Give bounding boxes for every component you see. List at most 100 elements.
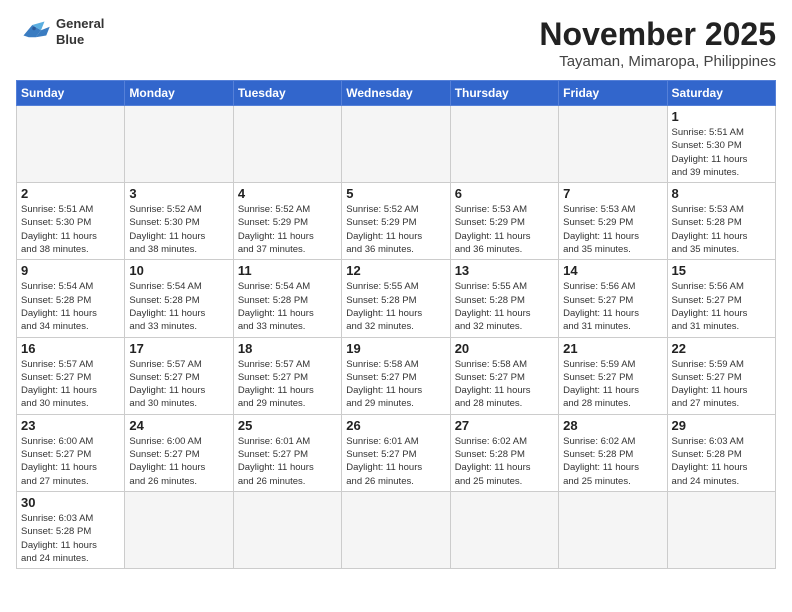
logo-text: General Blue bbox=[56, 16, 104, 47]
day-number: 21 bbox=[563, 341, 662, 356]
logo-icon bbox=[16, 18, 52, 46]
calendar-cell bbox=[125, 491, 233, 568]
day-info: Sunrise: 5:53 AM Sunset: 5:29 PM Dayligh… bbox=[455, 203, 554, 256]
day-info: Sunrise: 5:56 AM Sunset: 5:27 PM Dayligh… bbox=[672, 280, 771, 333]
calendar-cell: 17 Sunrise: 5:57 AM Sunset: 5:27 PM Dayli… bbox=[125, 337, 233, 414]
calendar-cell bbox=[450, 106, 558, 183]
day-info: Sunrise: 5:59 AM Sunset: 5:27 PM Dayligh… bbox=[672, 358, 771, 411]
day-number: 24 bbox=[129, 418, 228, 433]
day-number: 2 bbox=[21, 186, 120, 201]
day-number: 1 bbox=[672, 109, 771, 124]
day-info: Sunrise: 6:02 AM Sunset: 5:28 PM Dayligh… bbox=[563, 435, 662, 488]
calendar-cell: 26Sunrise: 6:01 AM Sunset: 5:27 PM Dayli… bbox=[342, 414, 450, 491]
day-info: Sunrise: 5:52 AM Sunset: 5:29 PM Dayligh… bbox=[238, 203, 337, 256]
calendar-week-row: 1 Sunrise: 5:51 AM Sunset: 5:30 PM Daylig… bbox=[17, 106, 776, 183]
calendar-cell: 9 Sunrise: 5:54 AM Sunset: 5:28 PM Daylig… bbox=[17, 260, 125, 337]
day-number: 7 bbox=[563, 186, 662, 201]
calendar-week-row: 23 Sunrise: 6:00 AM Sunset: 5:27 PM Dayli… bbox=[17, 414, 776, 491]
day-info: Sunrise: 6:01 AM Sunset: 5:27 PM Dayligh… bbox=[346, 435, 445, 488]
page-header: General Blue November 2025 Tayaman, Mima… bbox=[16, 16, 776, 70]
calendar-cell: 15 Sunrise: 5:56 AM Sunset: 5:27 PM Dayli… bbox=[667, 260, 775, 337]
calendar-cell: 13Sunrise: 5:55 AM Sunset: 5:28 PM Dayli… bbox=[450, 260, 558, 337]
day-info: Sunrise: 5:54 AM Sunset: 5:28 PM Dayligh… bbox=[238, 280, 337, 333]
calendar-week-row: 9 Sunrise: 5:54 AM Sunset: 5:28 PM Daylig… bbox=[17, 260, 776, 337]
calendar-cell bbox=[17, 106, 125, 183]
day-number: 30 bbox=[21, 495, 120, 510]
day-number: 12 bbox=[346, 263, 445, 278]
calendar-cell bbox=[125, 106, 233, 183]
day-info: Sunrise: 6:03 AM Sunset: 5:28 PM Dayligh… bbox=[672, 435, 771, 488]
location-title: Tayaman, Mimaropa, Philippines bbox=[539, 53, 776, 70]
day-number: 29 bbox=[672, 418, 771, 433]
calendar-cell: 7Sunrise: 5:53 AM Sunset: 5:29 PM Daylig… bbox=[559, 183, 667, 260]
calendar-cell: 12 Sunrise: 5:55 AM Sunset: 5:28 PM Dayli… bbox=[342, 260, 450, 337]
day-info: Sunrise: 5:51 AM Sunset: 5:30 PM Dayligh… bbox=[672, 126, 771, 179]
day-info: Sunrise: 5:52 AM Sunset: 5:29 PM Dayligh… bbox=[346, 203, 445, 256]
day-number: 9 bbox=[21, 263, 120, 278]
calendar-cell bbox=[667, 491, 775, 568]
day-info: Sunrise: 6:01 AM Sunset: 5:27 PM Dayligh… bbox=[238, 435, 337, 488]
calendar-cell bbox=[233, 491, 341, 568]
day-info: Sunrise: 5:58 AM Sunset: 5:27 PM Dayligh… bbox=[346, 358, 445, 411]
day-info: Sunrise: 5:57 AM Sunset: 5:27 PM Dayligh… bbox=[129, 358, 228, 411]
weekday-header-saturday: Saturday bbox=[667, 81, 775, 106]
day-number: 10 bbox=[129, 263, 228, 278]
day-number: 14 bbox=[563, 263, 662, 278]
day-number: 19 bbox=[346, 341, 445, 356]
calendar-cell: 27 Sunrise: 6:02 AM Sunset: 5:28 PM Dayli… bbox=[450, 414, 558, 491]
day-info: Sunrise: 5:57 AM Sunset: 5:27 PM Dayligh… bbox=[21, 358, 120, 411]
calendar-cell: 18 Sunrise: 5:57 AM Sunset: 5:27 PM Dayli… bbox=[233, 337, 341, 414]
day-info: Sunrise: 5:55 AM Sunset: 5:28 PM Dayligh… bbox=[455, 280, 554, 333]
calendar-cell bbox=[559, 491, 667, 568]
day-info: Sunrise: 5:58 AM Sunset: 5:27 PM Dayligh… bbox=[455, 358, 554, 411]
day-number: 25 bbox=[238, 418, 337, 433]
weekday-header-wednesday: Wednesday bbox=[342, 81, 450, 106]
calendar-cell: 3 Sunrise: 5:52 AM Sunset: 5:30 PM Daylig… bbox=[125, 183, 233, 260]
day-number: 8 bbox=[672, 186, 771, 201]
weekday-header-thursday: Thursday bbox=[450, 81, 558, 106]
calendar-cell bbox=[450, 491, 558, 568]
calendar-cell: 2Sunrise: 5:51 AM Sunset: 5:30 PM Daylig… bbox=[17, 183, 125, 260]
calendar-cell bbox=[342, 106, 450, 183]
day-number: 5 bbox=[346, 186, 445, 201]
calendar-cell: 4 Sunrise: 5:52 AM Sunset: 5:29 PM Daylig… bbox=[233, 183, 341, 260]
day-info: Sunrise: 5:52 AM Sunset: 5:30 PM Dayligh… bbox=[129, 203, 228, 256]
month-title: November 2025 bbox=[539, 16, 776, 53]
calendar-week-row: 30Sunrise: 6:03 AM Sunset: 5:28 PM Dayli… bbox=[17, 491, 776, 568]
day-info: Sunrise: 5:57 AM Sunset: 5:27 PM Dayligh… bbox=[238, 358, 337, 411]
calendar-cell: 5 Sunrise: 5:52 AM Sunset: 5:29 PM Daylig… bbox=[342, 183, 450, 260]
day-info: Sunrise: 5:56 AM Sunset: 5:27 PM Dayligh… bbox=[563, 280, 662, 333]
day-number: 27 bbox=[455, 418, 554, 433]
title-block: November 2025 Tayaman, Mimaropa, Philipp… bbox=[539, 16, 776, 70]
calendar-table: SundayMondayTuesdayWednesdayThursdayFrid… bbox=[16, 80, 776, 569]
day-info: Sunrise: 5:53 AM Sunset: 5:28 PM Dayligh… bbox=[672, 203, 771, 256]
weekday-header-sunday: Sunday bbox=[17, 81, 125, 106]
calendar-cell: 8 Sunrise: 5:53 AM Sunset: 5:28 PM Daylig… bbox=[667, 183, 775, 260]
calendar-cell: 19 Sunrise: 5:58 AM Sunset: 5:27 PM Dayli… bbox=[342, 337, 450, 414]
day-number: 6 bbox=[455, 186, 554, 201]
day-number: 3 bbox=[129, 186, 228, 201]
day-number: 18 bbox=[238, 341, 337, 356]
calendar-cell bbox=[342, 491, 450, 568]
day-info: Sunrise: 6:02 AM Sunset: 5:28 PM Dayligh… bbox=[455, 435, 554, 488]
weekday-header-tuesday: Tuesday bbox=[233, 81, 341, 106]
calendar-cell: 23Sunrise: 6:00 AM Sunset: 5:27 PM Dayli… bbox=[17, 414, 125, 491]
calendar-cell: 29 Sunrise: 6:03 AM Sunset: 5:28 PM Dayli… bbox=[667, 414, 775, 491]
day-info: Sunrise: 5:54 AM Sunset: 5:28 PM Dayligh… bbox=[21, 280, 120, 333]
day-info: Sunrise: 5:55 AM Sunset: 5:28 PM Dayligh… bbox=[346, 280, 445, 333]
calendar-week-row: 2Sunrise: 5:51 AM Sunset: 5:30 PM Daylig… bbox=[17, 183, 776, 260]
calendar-cell: 28Sunrise: 6:02 AM Sunset: 5:28 PM Dayli… bbox=[559, 414, 667, 491]
calendar-cell: 20Sunrise: 5:58 AM Sunset: 5:27 PM Dayli… bbox=[450, 337, 558, 414]
calendar-cell bbox=[559, 106, 667, 183]
day-number: 17 bbox=[129, 341, 228, 356]
day-number: 4 bbox=[238, 186, 337, 201]
weekday-header-monday: Monday bbox=[125, 81, 233, 106]
day-number: 23 bbox=[21, 418, 120, 433]
calendar-cell: 30Sunrise: 6:03 AM Sunset: 5:28 PM Dayli… bbox=[17, 491, 125, 568]
calendar-cell: 10Sunrise: 5:54 AM Sunset: 5:28 PM Dayli… bbox=[125, 260, 233, 337]
day-number: 15 bbox=[672, 263, 771, 278]
day-info: Sunrise: 6:00 AM Sunset: 5:27 PM Dayligh… bbox=[129, 435, 228, 488]
calendar-cell: 11Sunrise: 5:54 AM Sunset: 5:28 PM Dayli… bbox=[233, 260, 341, 337]
calendar-cell: 24 Sunrise: 6:00 AM Sunset: 5:27 PM Dayli… bbox=[125, 414, 233, 491]
logo: General Blue bbox=[16, 16, 104, 47]
